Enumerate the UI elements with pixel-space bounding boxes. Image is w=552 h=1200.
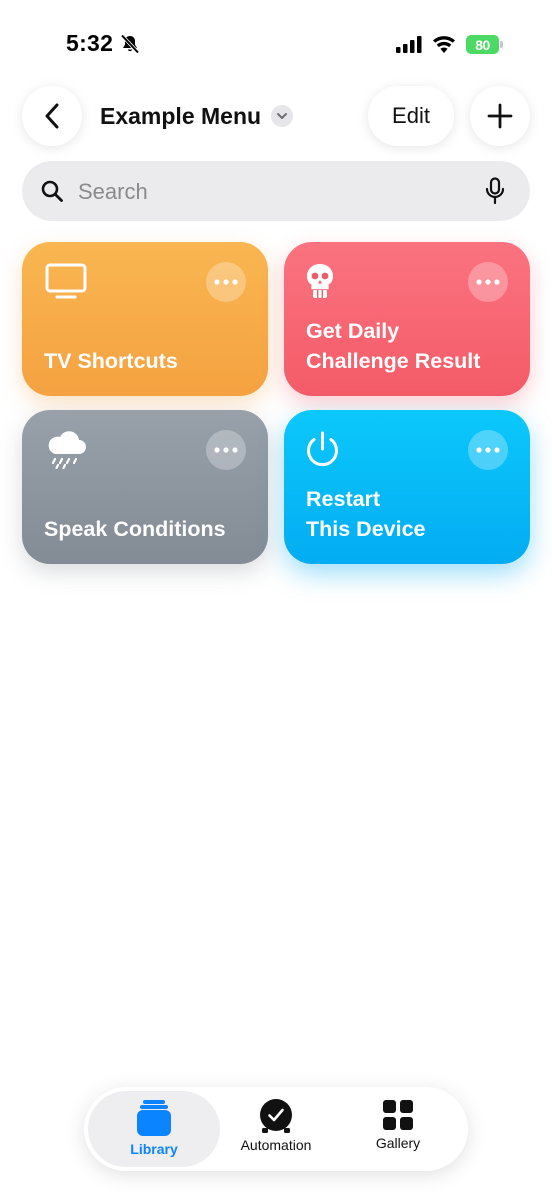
status-time: 5:32	[66, 30, 114, 56]
tab-label: Automation	[240, 1137, 312, 1153]
more-options-button[interactable]	[206, 262, 246, 302]
tab-automation[interactable]: Automation	[214, 1087, 338, 1171]
page-title: Example Menu	[100, 102, 262, 129]
shortcut-label: Get Daily Challenge Result	[306, 319, 481, 373]
back-button[interactable]	[22, 86, 82, 146]
cellular-signal-icon	[396, 36, 422, 53]
tab-library[interactable]: Library	[88, 1091, 220, 1167]
more-options-button[interactable]	[206, 430, 246, 470]
shortcut-tile-get-daily-challenge-result[interactable]: Get Daily Challenge Result	[284, 242, 530, 396]
grid-icon	[383, 1100, 413, 1130]
tv-icon	[45, 263, 87, 299]
shortcut-tile-tv-shortcuts[interactable]: TV Shortcuts	[22, 242, 268, 396]
shortcut-tile-speak-conditions[interactable]: Speak Conditions	[22, 410, 268, 564]
ellipsis-icon	[476, 447, 500, 453]
clock-icon	[260, 1099, 292, 1133]
status-bar: 5:32 80	[0, 0, 552, 90]
shortcut-label: TV Shortcuts	[44, 349, 178, 373]
bell-slash-icon	[120, 34, 140, 54]
search-input[interactable]	[76, 173, 480, 211]
battery-level: 80	[466, 35, 499, 54]
edit-button[interactable]: Edit	[368, 86, 454, 146]
add-shortcut-button[interactable]	[470, 86, 530, 146]
power-icon	[307, 431, 338, 467]
stacked-squares-icon	[137, 1100, 171, 1136]
shortcut-label: Speak Conditions	[44, 517, 226, 541]
chevron-left-icon	[45, 103, 59, 129]
ellipsis-icon	[214, 447, 238, 453]
tab-label: Gallery	[375, 1135, 421, 1151]
ellipsis-icon	[214, 279, 238, 285]
tab-bar: Library Automation Gallery	[84, 1087, 468, 1171]
skull-icon	[307, 264, 333, 298]
tab-label: Library	[130, 1141, 178, 1157]
more-options-button[interactable]	[468, 430, 508, 470]
wifi-icon	[433, 36, 455, 53]
ellipsis-icon	[476, 279, 500, 285]
tab-gallery[interactable]: Gallery	[338, 1087, 458, 1171]
title-menu[interactable]: Example Menu	[100, 100, 294, 132]
shortcut-tile-restart-this-device[interactable]: Restart This Device	[284, 410, 530, 564]
microphone-icon[interactable]	[484, 177, 506, 205]
more-options-button[interactable]	[468, 262, 508, 302]
magnifying-glass-icon	[41, 180, 63, 202]
chevron-down-icon	[271, 105, 294, 127]
search-bar[interactable]	[22, 161, 530, 221]
plus-icon	[487, 103, 513, 129]
shortcut-label: Restart This Device	[306, 487, 426, 541]
battery-charging-icon: 80	[466, 35, 504, 54]
cloud-rain-icon	[48, 431, 86, 470]
